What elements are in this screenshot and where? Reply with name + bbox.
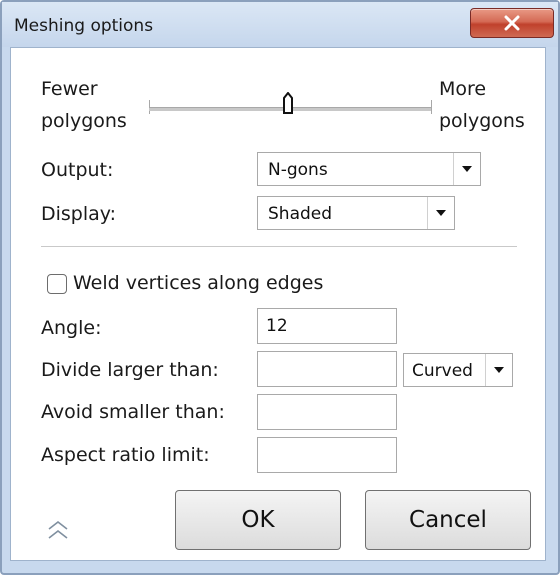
chevron-down-icon [427,197,454,229]
window-title: Meshing options [14,16,154,36]
weld-vertices-label[interactable]: Weld vertices along edges [73,272,323,294]
divide-larger-label: Divide larger than: [41,359,219,381]
close-icon [504,15,520,31]
weld-vertices-checkbox[interactable] [47,274,67,294]
divide-larger-input[interactable] [257,351,397,387]
output-label: Output: [41,159,114,181]
angle-value: 12 [266,316,288,336]
output-dropdown[interactable]: N-gons [257,152,481,186]
meshing-options-dialog: Meshing options Fewer polygons More poly… [0,0,560,575]
slider-left-label-line2: polygons [41,110,127,132]
divide-mode-value: Curved [412,361,473,381]
slider-right-label-line2: polygons [439,110,525,132]
cancel-button[interactable]: Cancel [365,490,531,550]
output-value: N-gons [268,160,328,180]
section-divider [41,246,517,247]
display-dropdown[interactable]: Shaded [257,196,455,230]
display-value: Shaded [268,204,333,224]
divide-mode-dropdown[interactable]: Curved [403,353,513,387]
avoid-smaller-input[interactable] [257,394,397,430]
chevron-down-icon [485,354,512,386]
close-button[interactable] [470,8,554,38]
aspect-ratio-label: Aspect ratio limit: [41,444,210,466]
angle-input[interactable]: 12 [257,308,397,344]
slider-tick-right [431,100,432,114]
chevron-up-icon[interactable] [45,518,71,542]
slider-right-label-line1: More [439,78,487,100]
chevron-down-icon [453,153,480,185]
angle-label: Angle: [41,317,102,339]
dialog-content: Fewer polygons More polygons Output: N-g… [10,47,546,561]
slider-thumb[interactable] [283,92,293,114]
title-bar[interactable]: Meshing options [2,2,558,47]
slider-left-label-line1: Fewer [41,78,98,100]
avoid-smaller-label: Avoid smaller than: [41,401,225,423]
aspect-ratio-input[interactable] [257,437,397,473]
ok-button[interactable]: OK [175,490,341,550]
display-label: Display: [41,203,117,225]
